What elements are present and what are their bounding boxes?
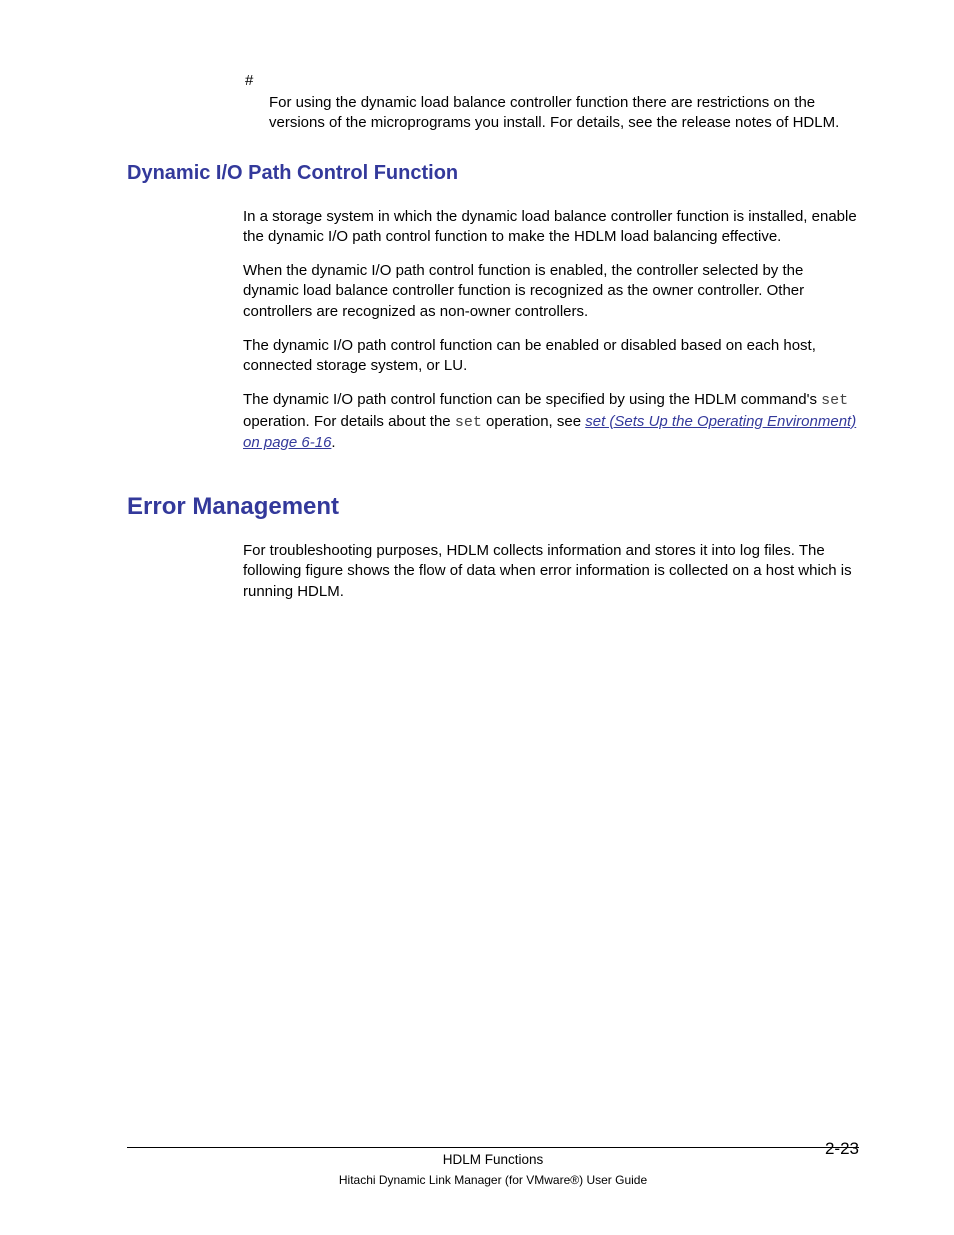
section1-para1: In a storage system in which the dynamic… bbox=[243, 207, 859, 248]
footer-book-title: Hitachi Dynamic Link Manager (for VMware… bbox=[127, 1173, 859, 1187]
page-footer: HDLM Functions Hitachi Dynamic Link Mana… bbox=[127, 1147, 859, 1187]
code-inline-set: set bbox=[455, 414, 482, 431]
text-run: operation. For details about the bbox=[243, 413, 455, 430]
note-marker: # bbox=[245, 72, 859, 89]
note-body-text: For using the dynamic load balance contr… bbox=[269, 93, 859, 134]
section2-para1: For troubleshooting purposes, HDLM colle… bbox=[243, 541, 859, 602]
footer-rule bbox=[127, 1147, 859, 1148]
section1-para2: When the dynamic I/O path control functi… bbox=[243, 261, 859, 322]
text-run: . bbox=[331, 434, 335, 451]
heading-dynamic-io-path: Dynamic I/O Path Control Function bbox=[127, 162, 859, 185]
section1-para4: The dynamic I/O path control function ca… bbox=[243, 390, 859, 453]
text-run: operation, see bbox=[482, 413, 585, 430]
footer-section-title: HDLM Functions bbox=[127, 1152, 859, 1167]
code-inline-set: set bbox=[821, 392, 848, 409]
page-body: # For using the dynamic load balance con… bbox=[0, 0, 954, 602]
text-run: The dynamic I/O path control function ca… bbox=[243, 391, 821, 408]
section1-para3: The dynamic I/O path control function ca… bbox=[243, 336, 859, 377]
heading-error-management: Error Management bbox=[127, 493, 859, 521]
